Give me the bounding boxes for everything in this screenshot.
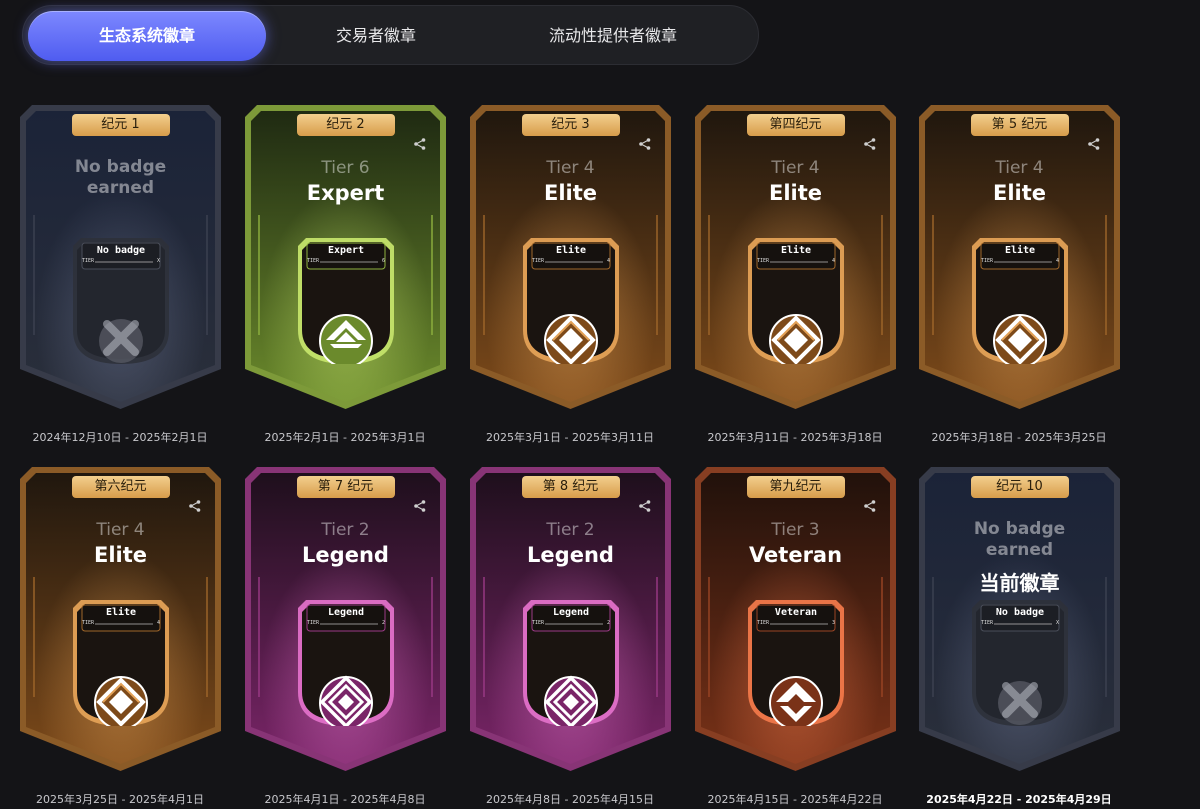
emblem-tier-label: TIER xyxy=(307,258,320,264)
badge-card[interactable]: 纪元 2 Tier 6 Expert Expert TIER 6 xyxy=(245,105,446,409)
badge-tier: Tier 4 xyxy=(96,520,145,540)
season-label: 第 8 纪元 xyxy=(521,476,620,498)
emblem-tier-label: TIER xyxy=(82,620,95,626)
emblem-tier-label: TIER xyxy=(757,258,770,264)
season-date-range: 2025年4月22日 - 2025年4月29日 xyxy=(926,793,1112,806)
emblem-tier-value: 2 xyxy=(606,620,610,626)
badge-tier: Tier 6 xyxy=(321,158,370,178)
badge-emblem: Elite TIER 4 xyxy=(748,238,844,364)
season-date-range: 2024年12月10日 - 2025年2月1日 xyxy=(32,431,208,444)
season-label: 纪元 10 xyxy=(970,476,1069,498)
current-badge-label: 当前徽章 xyxy=(979,571,1060,595)
season-date-range: 2025年4月1日 - 2025年4月8日 xyxy=(264,793,426,806)
season-date-range: 2025年3月1日 - 2025年3月11日 xyxy=(486,431,654,444)
emblem-tier-value: 2 xyxy=(381,620,385,626)
emblem-tier-label: TIER xyxy=(307,620,320,626)
badge-tier: Tier 2 xyxy=(546,520,595,540)
emblem-tier-value: 3 xyxy=(831,620,835,626)
badge-level: Elite xyxy=(992,181,1047,205)
badge-level: Elite xyxy=(768,181,823,205)
badge-card[interactable]: 第 7 纪元 Tier 2 Legend Legend TIER 2 xyxy=(245,467,446,771)
emblem-tier-label: TIER xyxy=(981,620,994,626)
emblem-tier-label: TIER xyxy=(82,258,95,264)
emblem-tier-value: 4 xyxy=(606,258,610,264)
badge-card[interactable]: 第四纪元 Tier 4 Elite Elite TIER 4 xyxy=(695,105,896,409)
badge-emblem: Elite TIER 4 xyxy=(523,238,619,364)
share-icon[interactable] xyxy=(638,498,652,512)
badge-emblem: Legend TIER 2 xyxy=(298,600,394,726)
badge-emblem: No badge TIER X xyxy=(73,238,169,364)
badge-emblem: No badge TIER X xyxy=(972,600,1068,726)
season-label: 第九纪元 xyxy=(746,476,845,498)
season-date-range: 2025年3月18日 - 2025年3月25日 xyxy=(931,431,1107,444)
badge-card[interactable]: 纪元 3 Tier 4 Elite Elite TIER 4 xyxy=(470,105,671,409)
season-label: 第四纪元 xyxy=(746,114,845,136)
share-icon[interactable] xyxy=(413,136,427,150)
emblem-tier-value: X xyxy=(1055,620,1059,626)
season-label: 第 7 纪元 xyxy=(296,476,395,498)
share-icon[interactable] xyxy=(1087,136,1101,150)
badge-emblem: Elite TIER 4 xyxy=(73,600,169,726)
no-badge-text: No badge earned xyxy=(973,519,1066,560)
badge-card[interactable]: 第六纪元 Tier 4 Elite Elite TIER 4 xyxy=(20,467,221,771)
badge-level: Expert xyxy=(306,181,385,205)
emblem-tier-label: TIER xyxy=(532,620,545,626)
badge-tier: Tier 3 xyxy=(771,520,820,540)
share-icon[interactable] xyxy=(863,136,877,150)
badge-emblem: Veteran TIER 3 xyxy=(748,600,844,726)
badge-emblem: Legend TIER 2 xyxy=(523,600,619,726)
badge-tier: Tier 4 xyxy=(771,158,820,178)
no-badge-text: No badge earned xyxy=(74,157,167,198)
badge-card[interactable]: 第 8 纪元 Tier 2 Legend Legend TIER 2 xyxy=(470,467,671,771)
season-label: 第六纪元 xyxy=(71,476,170,498)
season-label: 第 5 纪元 xyxy=(970,114,1069,136)
season-date-range: 2025年2月1日 - 2025年3月1日 xyxy=(264,431,426,444)
badge-tier: Tier 4 xyxy=(995,158,1044,178)
emblem-tier-value: 4 xyxy=(1055,258,1059,264)
badge-level: Legend xyxy=(302,543,389,567)
emblem-tier-value: 4 xyxy=(156,620,160,626)
badge-card[interactable]: 纪元 10 No badge earned 当前徽章 No badge TIER X xyxy=(919,467,1120,771)
season-label: 纪元 2 xyxy=(296,114,395,136)
season-label: 纪元 3 xyxy=(521,114,620,136)
season-date-range: 2025年4月8日 - 2025年4月15日 xyxy=(486,793,654,806)
season-date-range: 2025年4月15日 - 2025年4月22日 xyxy=(707,793,883,806)
emblem-tier-value: X xyxy=(156,258,160,264)
emblem-tier-label: TIER xyxy=(981,258,994,264)
badge-card[interactable]: 纪元 1 No badge earned No badge TIER X xyxy=(20,105,221,409)
share-icon[interactable] xyxy=(863,498,877,512)
badge-level: Legend xyxy=(527,543,614,567)
emblem-tier-label: TIER xyxy=(757,620,770,626)
share-icon[interactable] xyxy=(638,136,652,150)
badge-card[interactable]: 第九纪元 Tier 3 Veteran Veteran TIER 3 xyxy=(695,467,896,771)
season-date-range: 2025年3月25日 - 2025年4月1日 xyxy=(36,793,204,806)
badge-tier: Tier 2 xyxy=(321,520,370,540)
badge-card[interactable]: 第 5 纪元 Tier 4 Elite Elite TIER 4 xyxy=(919,105,1120,409)
badge-tier: Tier 4 xyxy=(546,158,595,178)
badge-level: Elite xyxy=(543,181,598,205)
season-date-range: 2025年3月11日 - 2025年3月18日 xyxy=(707,431,883,444)
emblem-tier-label: TIER xyxy=(532,258,545,264)
season-label: 纪元 1 xyxy=(71,114,170,136)
badge-level: Veteran xyxy=(748,543,843,567)
emblem-tier-value: 6 xyxy=(381,258,385,264)
badge-category-tabs: 生态系统徽章 交易者徽章 流动性提供者徽章 xyxy=(22,5,759,65)
badge-emblem: Expert TIER 6 xyxy=(298,238,394,364)
tab-ecosystem-badges[interactable]: 生态系统徽章 xyxy=(28,11,266,61)
share-icon[interactable] xyxy=(188,498,202,512)
tab-trader-badges[interactable]: 交易者徽章 xyxy=(281,11,471,61)
badge-level: Elite xyxy=(93,543,148,567)
badge-emblem: Elite TIER 4 xyxy=(972,238,1068,364)
emblem-tier-value: 4 xyxy=(831,258,835,264)
tab-lp-badges[interactable]: 流动性提供者徽章 xyxy=(493,11,733,61)
share-icon[interactable] xyxy=(413,498,427,512)
